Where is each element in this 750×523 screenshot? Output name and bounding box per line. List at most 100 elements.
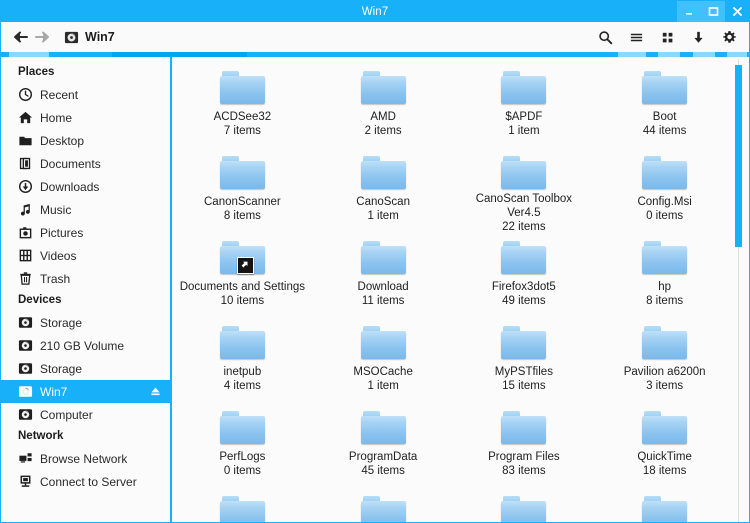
server-icon — [20, 475, 31, 487]
sidebar-item-downloads[interactable]: Downloads — [1, 175, 170, 198]
folder-icon — [501, 323, 547, 361]
drive-icon — [18, 386, 33, 397]
arrow-right-icon — [34, 31, 49, 43]
folder-body — [642, 416, 688, 444]
file-item[interactable]: $APDF 1 item — [454, 64, 595, 149]
file-item[interactable]: QuickTime 18 items — [594, 404, 735, 489]
scrollbar-thumb[interactable] — [735, 65, 742, 247]
file-item[interactable]: Boot 44 items — [594, 64, 735, 149]
server-icon — [18, 474, 33, 489]
file-name: CanoScan Toolbox Ver4.5 — [475, 193, 573, 219]
file-name: Documents and Settings — [179, 281, 306, 293]
file-item[interactable]: CanonScanner 8 items — [172, 149, 313, 234]
file-name: AMD — [370, 111, 396, 123]
grid-view-button[interactable] — [659, 29, 676, 46]
vertical-scrollbar[interactable] — [735, 59, 743, 522]
sidebar-item-210-gb-volume[interactable]: 210 GB Volume — [1, 334, 170, 357]
file-item[interactable]: PerfLogs 0 items — [172, 404, 313, 489]
folder-body — [219, 416, 265, 444]
window-title: Win7 — [361, 5, 389, 18]
file-item[interactable]: Program Files 83 items — [454, 404, 595, 489]
list-view-button[interactable] — [628, 29, 645, 46]
sidebar-item-trash[interactable]: Trash — [1, 267, 170, 290]
file-item[interactable]: Download 11 items — [313, 234, 454, 319]
file-item[interactable]: Firefox3dot5 49 items — [454, 234, 595, 319]
sidebar-item-label: Home — [40, 110, 73, 125]
sidebar-item-connect-to-server[interactable]: Connect to Server — [1, 470, 170, 493]
sidebar-item-documents[interactable]: Documents — [1, 152, 170, 175]
file-item[interactable]: ProgramData 45 items — [313, 404, 454, 489]
search-button[interactable] — [597, 29, 614, 46]
desktop-icon — [19, 136, 32, 146]
eject-button[interactable] — [149, 385, 162, 398]
file-item[interactable]: AMD 2 items — [313, 64, 454, 149]
sidebar-item-computer[interactable]: Computer — [1, 403, 170, 426]
folder-body — [642, 331, 688, 359]
sidebar-item-storage[interactable]: Storage — [1, 311, 170, 334]
file-item[interactable] — [594, 489, 735, 522]
file-name: hp — [658, 281, 672, 293]
folder-icon — [501, 68, 547, 106]
file-item-count: 7 items — [223, 125, 261, 137]
folder-icon — [219, 238, 265, 276]
folder-body — [219, 501, 265, 522]
sidebar-item-desktop[interactable]: Desktop — [1, 129, 170, 152]
folder-glyph — [501, 241, 547, 274]
folder-glyph — [501, 496, 547, 522]
file-item[interactable]: Pavilion a6200n 3 items — [594, 319, 735, 404]
toolbar: Win7 — [1, 22, 749, 52]
folder-body — [642, 161, 688, 189]
sidebar-item-win7[interactable]: Win7 — [1, 380, 170, 403]
folder-body — [219, 331, 265, 359]
music-icon — [18, 202, 33, 217]
file-name: ProgramData — [348, 451, 418, 463]
close-icon — [732, 7, 742, 16]
sidebar-item-storage[interactable]: Storage — [1, 357, 170, 380]
back-button[interactable] — [9, 26, 31, 48]
minimize-button[interactable] — [677, 1, 701, 22]
sidebar-section-title: Devices — [18, 294, 62, 306]
home-icon — [18, 111, 33, 124]
file-item[interactable]: Documents and Settings 10 items — [172, 234, 313, 319]
drive-icon — [18, 315, 33, 330]
sidebar-item-music[interactable]: Music — [1, 198, 170, 221]
maximize-button[interactable] — [701, 1, 725, 22]
forward-button[interactable] — [31, 26, 53, 48]
file-item[interactable]: ACDSee32 7 items — [172, 64, 313, 149]
folder-body — [642, 501, 688, 522]
file-name: MSOCache — [353, 366, 413, 378]
file-item[interactable]: inetpub 4 items — [172, 319, 313, 404]
folder-body — [360, 161, 406, 189]
file-item-count: 3 items — [646, 380, 684, 392]
file-item-count: 8 items — [646, 295, 684, 307]
folder-icon — [360, 68, 406, 106]
download-button[interactable] — [690, 29, 707, 46]
folder-body — [360, 331, 406, 359]
documents-icon — [18, 156, 33, 171]
window-controls — [677, 1, 749, 22]
sidebar-item-home[interactable]: Home — [1, 106, 170, 129]
sidebar-item-browse-network[interactable]: Browse Network — [1, 447, 170, 470]
breadcrumb[interactable]: Win7 — [64, 30, 115, 45]
arrow-left-icon — [13, 31, 28, 43]
folder-glyph — [360, 411, 406, 444]
home-icon — [18, 110, 33, 125]
file-item[interactable]: Config.Msi 0 items — [594, 149, 735, 234]
file-name: Boot — [652, 111, 677, 123]
file-item[interactable]: MyPSTfiles 15 items — [454, 319, 595, 404]
file-item[interactable] — [454, 489, 595, 522]
file-item[interactable]: MSOCache 1 item — [313, 319, 454, 404]
file-item[interactable]: CanoScan Toolbox Ver4.5 22 items — [454, 149, 595, 234]
settings-button[interactable] — [721, 29, 738, 46]
sidebar-item-videos[interactable]: Videos — [1, 244, 170, 267]
file-item[interactable] — [313, 489, 454, 522]
file-item[interactable] — [172, 489, 313, 522]
file-item[interactable]: hp 8 items — [594, 234, 735, 319]
sidebar-item-recent[interactable]: Recent — [1, 83, 170, 106]
close-button[interactable] — [725, 1, 749, 22]
videos-icon — [19, 249, 32, 262]
file-item[interactable]: CanoScan 1 item — [313, 149, 454, 234]
file-item-count: 4 items — [223, 380, 261, 392]
file-grid: ACDSee32 7 items AMD 2 items $APDF 1 item Boot… — [172, 57, 735, 522]
sidebar-item-pictures[interactable]: Pictures — [1, 221, 170, 244]
